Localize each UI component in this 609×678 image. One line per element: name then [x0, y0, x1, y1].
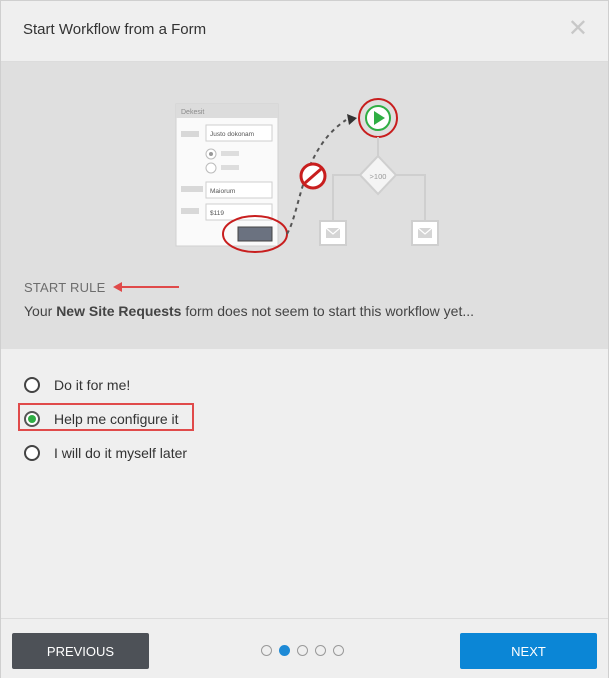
previous-button[interactable]: PREVIOUS	[12, 633, 149, 669]
option-label: Do it for me!	[54, 377, 131, 393]
page-dot-3[interactable]	[297, 645, 308, 656]
start-rule-heading: START RULE	[24, 280, 106, 295]
radio-button[interactable]	[24, 377, 40, 393]
dialog-header: Start Workflow from a Form ✕	[1, 1, 608, 62]
arrow-left-icon	[113, 282, 179, 292]
page-dot-2[interactable]	[279, 645, 290, 656]
start-workflow-dialog: Start Workflow from a Form ✕ Dekesit Jus…	[0, 0, 609, 678]
option-do-it-for-me[interactable]: Do it for me!	[24, 373, 130, 397]
form-field-1: Justo dokonam	[210, 131, 254, 138]
desc-suffix: form does not seem to start this workflo…	[181, 303, 475, 319]
page-dot-5[interactable]	[333, 645, 344, 656]
form-title-text: Dekesit	[181, 109, 204, 116]
next-button[interactable]: NEXT	[460, 633, 597, 669]
dialog-footer: PREVIOUS NEXT	[1, 618, 608, 678]
page-dot-1[interactable]	[261, 645, 272, 656]
desc-prefix: Your	[24, 303, 57, 319]
illustration-area: Dekesit Justo dokonam Maiorum $119 >100 …	[1, 62, 608, 349]
form-name: New Site Requests	[56, 303, 182, 319]
dialog-title: Start Workflow from a Form	[23, 21, 207, 38]
option-do-it-later[interactable]: I will do it myself later	[24, 441, 187, 465]
option-label: I will do it myself later	[54, 445, 188, 461]
form-field-2: Maiorum	[210, 188, 235, 195]
start-rule-description: Your New Site Requests form does not see…	[24, 303, 474, 319]
radio-button-selected[interactable]	[24, 411, 40, 427]
pagination-dots	[261, 645, 351, 656]
option-label: Help me configure it	[54, 411, 179, 427]
workflow-illustration: Dekesit Justo dokonam Maiorum $119 >100	[175, 98, 439, 253]
form-field-3: $119	[210, 210, 224, 217]
condition-text: >100	[370, 172, 387, 181]
page-dot-4[interactable]	[315, 645, 326, 656]
option-help-me-configure[interactable]: Help me configure it	[24, 407, 179, 431]
close-icon[interactable]: ✕	[568, 15, 588, 43]
radio-button[interactable]	[24, 445, 40, 461]
